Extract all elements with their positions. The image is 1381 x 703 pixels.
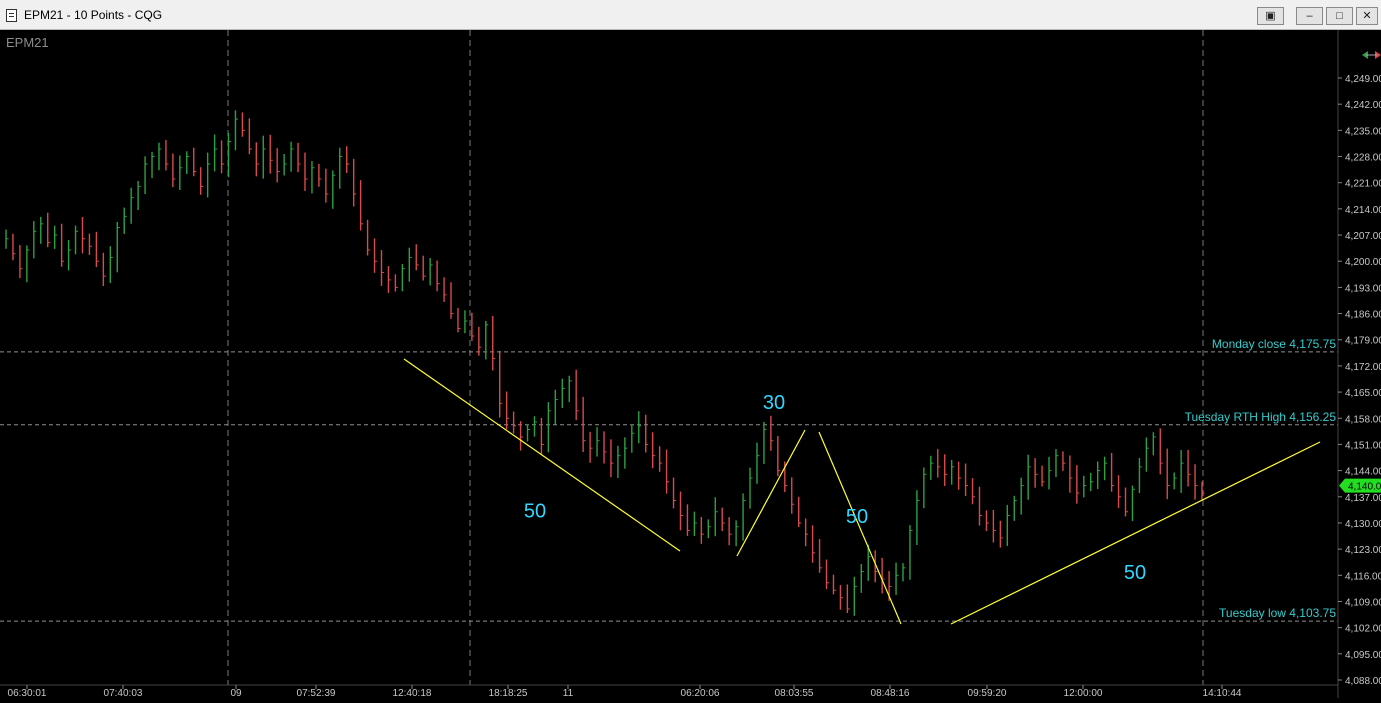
level-label: Tuesday low 4,103.75	[1219, 606, 1336, 620]
y-tick-label: 4,102.00	[1345, 624, 1381, 635]
x-tick-label: 12:40:18	[393, 688, 432, 698]
chart-area[interactable]: EPM21 Monday close 4,175.75 Tuesday RTH Hi…	[0, 30, 1381, 699]
window-title: EPM21 - 10 Points - CQG	[24, 8, 163, 22]
x-tick-label: 18:18:25	[489, 688, 528, 698]
y-tick-label: 4,088.00	[1345, 676, 1381, 687]
y-tick-label: 4,214.00	[1345, 205, 1381, 216]
x-tick-label: 06:30:01	[8, 688, 47, 698]
y-tick-label: 4,186.00	[1345, 310, 1381, 321]
y-tick-label: 4,158.00	[1345, 414, 1381, 425]
app-icon	[6, 9, 17, 22]
level-label: Tuesday RTH High 4,156.25	[1185, 410, 1337, 424]
y-tick-label: 4,179.00	[1345, 336, 1381, 347]
window-restore-icon[interactable]: ▣	[1257, 7, 1284, 25]
x-tick-label: 07:40:03	[104, 688, 143, 698]
y-tick-label: 4,228.00	[1345, 153, 1381, 164]
level-label: Monday close 4,175.75	[1212, 337, 1336, 351]
x-tick-label: 08:48:16	[871, 688, 910, 698]
window-titlebar: EPM21 - 10 Points - CQG ▣ – □ ✕	[0, 0, 1381, 30]
move-size-label: 50	[1124, 562, 1146, 584]
x-tick-label: 06:20:06	[681, 688, 720, 698]
move-size-label: 50	[524, 500, 546, 522]
symbol-label: EPM21	[6, 35, 49, 50]
y-tick-label: 4,151.00	[1345, 440, 1381, 451]
last-price-label: 4,140.00	[1348, 482, 1381, 493]
price-chart[interactable]: EPM21 Monday close 4,175.75 Tuesday RTH Hi…	[0, 30, 1381, 699]
y-tick-label: 4,221.00	[1345, 179, 1381, 190]
x-tick-label: 14:10:44	[1203, 688, 1242, 698]
y-tick-label: 4,109.00	[1345, 597, 1381, 608]
x-tick-label: 08:03:55	[775, 688, 814, 698]
y-tick-label: 4,172.00	[1345, 362, 1381, 373]
maximize-button[interactable]: □	[1326, 7, 1353, 25]
y-tick-label: 4,116.00	[1345, 571, 1381, 582]
y-tick-label: 4,130.00	[1345, 519, 1381, 530]
y-tick-label: 4,123.00	[1345, 545, 1381, 556]
y-tick-label: 4,165.00	[1345, 388, 1381, 399]
y-tick-label: 4,235.00	[1345, 126, 1381, 137]
minimize-button[interactable]: –	[1296, 7, 1323, 25]
y-tick-label: 4,095.00	[1345, 650, 1381, 661]
y-tick-label: 4,144.00	[1345, 467, 1381, 478]
y-tick-label: 4,249.00	[1345, 74, 1381, 85]
x-tick-label: 07:52:39	[297, 688, 336, 698]
move-size-label: 50	[846, 506, 868, 528]
chart-background	[0, 30, 1381, 698]
move-size-label: 30	[763, 392, 785, 414]
x-tick-label: 12:00:00	[1064, 688, 1103, 698]
y-tick-label: 4,207.00	[1345, 231, 1381, 242]
close-button[interactable]: ✕	[1356, 7, 1378, 25]
y-tick-label: 4,137.00	[1345, 493, 1381, 504]
x-tick-label: 09	[230, 688, 242, 698]
y-tick-label: 4,200.00	[1345, 257, 1381, 268]
x-tick-label: 11	[563, 688, 574, 698]
y-tick-label: 4,242.00	[1345, 100, 1381, 111]
y-tick-label: 4,193.00	[1345, 283, 1381, 294]
x-tick-label: 09:59:20	[968, 688, 1007, 698]
